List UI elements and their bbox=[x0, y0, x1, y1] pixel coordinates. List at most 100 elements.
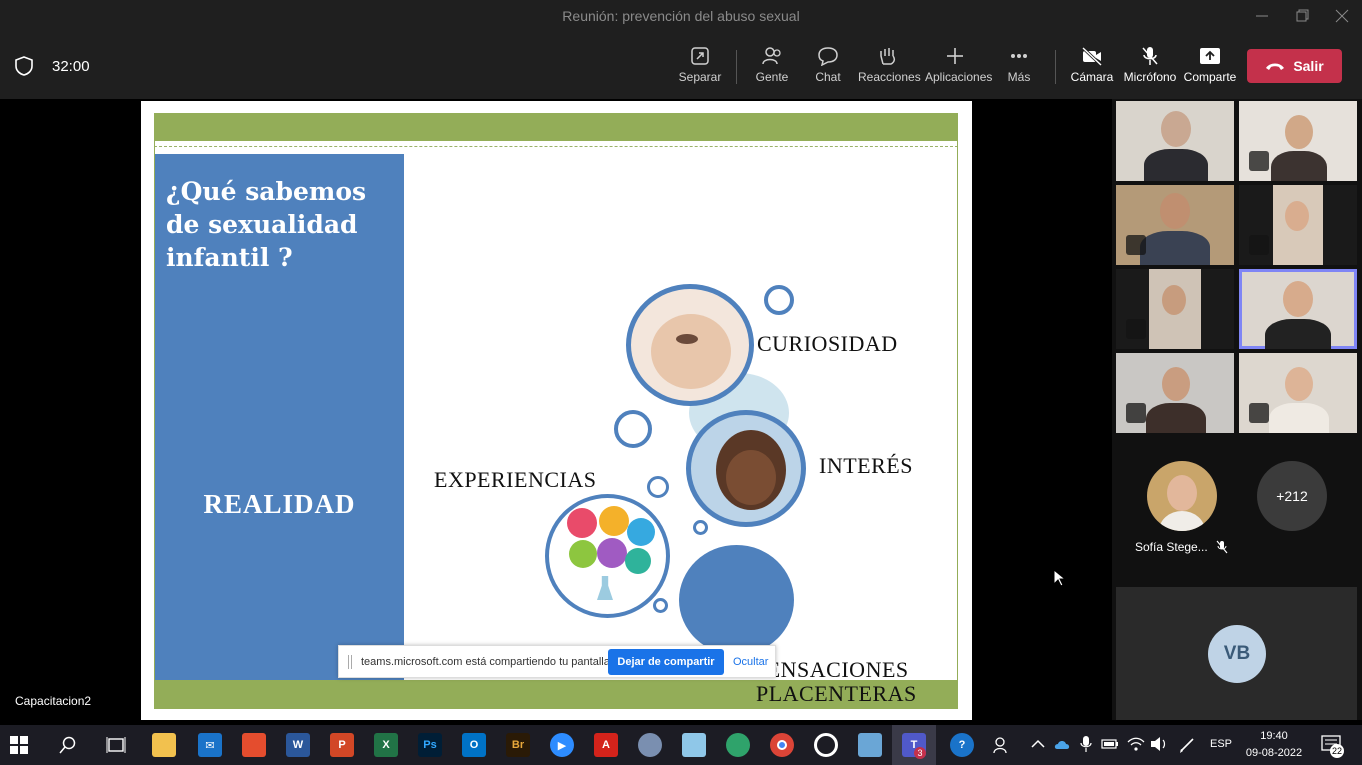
participant-tile[interactable] bbox=[1239, 101, 1357, 181]
word-icon[interactable]: W bbox=[286, 733, 310, 757]
share-button[interactable]: Comparte bbox=[1180, 46, 1240, 84]
share-tray-icon bbox=[1200, 48, 1220, 64]
acrobat-icon[interactable]: A bbox=[594, 733, 618, 757]
screen-share-banner: teams.microsoft.com está compartiendo tu… bbox=[338, 645, 776, 678]
task-view-icon[interactable] bbox=[106, 736, 126, 754]
avatar[interactable] bbox=[1147, 461, 1217, 531]
mouse-cursor-icon bbox=[1053, 569, 1065, 587]
clock-date: 09-08-2022 bbox=[1245, 747, 1303, 759]
curiosity-image bbox=[626, 284, 754, 406]
outlook-icon[interactable]: O bbox=[462, 733, 486, 757]
refresh-app-icon[interactable] bbox=[814, 733, 838, 757]
stop-sharing-button[interactable]: Dejar de compartir bbox=[608, 649, 724, 675]
participant-tile-active-speaker[interactable] bbox=[1239, 269, 1357, 349]
hang-up-icon bbox=[1266, 63, 1285, 70]
edge-icon[interactable] bbox=[726, 733, 750, 757]
bridge-icon[interactable]: Br bbox=[506, 733, 530, 757]
leave-button[interactable]: Salir bbox=[1247, 49, 1342, 83]
label-placenteras: PLACENTERAS bbox=[756, 681, 917, 706]
presentation-slide: ¿Qué sabemos de sexualidad infantil ? RE… bbox=[141, 101, 972, 720]
hide-link[interactable]: Ocultar bbox=[733, 656, 768, 668]
share-label: Comparte bbox=[1183, 70, 1237, 84]
participant-tile[interactable] bbox=[1239, 185, 1357, 265]
decor-ring bbox=[764, 285, 794, 315]
zoom-icon[interactable]: ▶ bbox=[550, 733, 574, 757]
participant-name: Sofía Stege... bbox=[1135, 540, 1208, 554]
participant-tile[interactable] bbox=[1116, 269, 1234, 349]
drag-handle-icon[interactable] bbox=[348, 655, 352, 669]
muted-icon bbox=[1249, 403, 1269, 423]
notification-count: 22 bbox=[1330, 744, 1344, 758]
decor-ring bbox=[653, 598, 668, 613]
mic-off-icon bbox=[1216, 540, 1228, 554]
participant-tile[interactable] bbox=[1239, 353, 1357, 433]
more-participants-button[interactable]: +212 bbox=[1257, 461, 1327, 531]
file-explorer-icon[interactable] bbox=[152, 733, 176, 757]
label-interes: INTERÉS bbox=[819, 453, 913, 478]
mic-button[interactable]: Micrófono bbox=[1120, 46, 1180, 84]
camera-label: Cámara bbox=[1070, 70, 1114, 84]
muted-icon bbox=[1249, 151, 1269, 171]
separar-button[interactable]: Separar bbox=[670, 46, 730, 84]
chevron-up-icon[interactable] bbox=[1031, 739, 1045, 749]
restore-icon[interactable] bbox=[1292, 6, 1312, 26]
plus-icon bbox=[947, 48, 963, 64]
share-message: teams.microsoft.com está compartiendo tu… bbox=[361, 656, 613, 668]
participant-tile[interactable] bbox=[1116, 185, 1234, 265]
toolbar-divider bbox=[736, 50, 737, 84]
muted-icon bbox=[1126, 235, 1146, 255]
pen-icon[interactable] bbox=[1178, 736, 1196, 754]
more-button[interactable]: Más bbox=[989, 46, 1049, 84]
participant-tile[interactable] bbox=[1116, 101, 1234, 181]
mail-icon[interactable]: ✉ bbox=[198, 733, 222, 757]
apps-button[interactable]: Aplicaciones bbox=[925, 46, 992, 84]
close-icon[interactable] bbox=[1332, 6, 1352, 26]
store-icon[interactable] bbox=[242, 733, 266, 757]
people-taskbar-icon[interactable] bbox=[993, 736, 1011, 754]
windows-start-icon[interactable] bbox=[10, 736, 28, 754]
participant-tile[interactable] bbox=[1116, 353, 1234, 433]
remote-desktop-icon[interactable] bbox=[858, 733, 882, 757]
popout-icon bbox=[691, 47, 709, 65]
minimize-icon[interactable] bbox=[1252, 6, 1272, 26]
meeting-toolbar: 32:00 Separar Gente Chat Reacciones Apli… bbox=[0, 34, 1362, 99]
reactions-label: Reacciones bbox=[858, 70, 921, 84]
onedrive-icon[interactable] bbox=[1054, 737, 1072, 751]
people-button[interactable]: Gente bbox=[742, 46, 802, 84]
chrome-icon[interactable] bbox=[770, 733, 794, 757]
app-icon[interactable] bbox=[682, 733, 706, 757]
leave-label: Salir bbox=[1293, 58, 1324, 74]
teams-badge: 3 bbox=[914, 747, 926, 759]
excel-icon[interactable]: X bbox=[374, 733, 398, 757]
meeting-timer: 32:00 bbox=[52, 58, 90, 75]
title-bar: Reunión: prevención del abuso sexual bbox=[0, 0, 1362, 34]
decor-ring bbox=[693, 520, 708, 535]
label-experiencias: EXPERIENCIAS bbox=[434, 467, 597, 492]
avatar-initials: VB bbox=[1208, 625, 1266, 683]
label-sensaciones: SENSACIONES bbox=[754, 657, 909, 682]
battery-icon[interactable] bbox=[1101, 737, 1119, 751]
experiences-image bbox=[545, 494, 670, 618]
presenter-name: Capacitacion2 bbox=[15, 694, 92, 708]
wifi-icon[interactable] bbox=[1127, 736, 1145, 752]
search-icon[interactable] bbox=[59, 736, 77, 754]
more-label: Más bbox=[1007, 70, 1031, 84]
powerpoint-icon[interactable]: P bbox=[330, 733, 354, 757]
language-indicator[interactable]: ESP bbox=[1210, 738, 1232, 750]
chat-button[interactable]: Chat bbox=[798, 46, 858, 84]
interest-image bbox=[686, 410, 806, 527]
help-icon[interactable]: ? bbox=[950, 733, 974, 757]
volume-icon[interactable] bbox=[1150, 736, 1168, 752]
chat-label: Chat bbox=[815, 70, 841, 84]
mic-label: Micrófono bbox=[1123, 70, 1177, 84]
camera-button[interactable]: Cámara bbox=[1062, 46, 1122, 84]
toolbar-divider bbox=[1055, 50, 1056, 84]
label-curiosidad: CURIOSIDAD bbox=[757, 331, 898, 356]
raise-hand-icon bbox=[880, 48, 896, 65]
clock[interactable]: 19:40 09-08-2022 bbox=[1242, 728, 1306, 762]
decor-ring bbox=[614, 410, 652, 448]
reactions-button[interactable]: Reacciones bbox=[858, 46, 921, 84]
photoshop-icon[interactable]: Ps bbox=[418, 733, 442, 757]
microphone-tray-icon[interactable] bbox=[1079, 735, 1093, 753]
paint-icon[interactable] bbox=[638, 733, 662, 757]
